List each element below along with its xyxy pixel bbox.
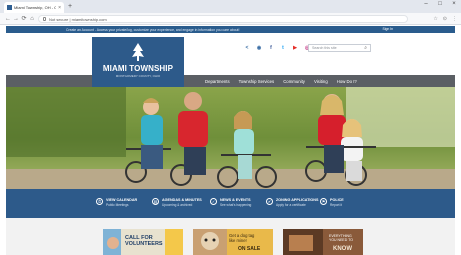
share-icon[interactable]: < [244, 45, 250, 51]
promo-card-volunteers[interactable]: CALL FOR VOLUNTEERS [103, 229, 183, 255]
account-strip-text[interactable]: Create an Account - Access your private/… [66, 28, 239, 32]
account-strip: Create an Account - Access your private/… [6, 26, 455, 33]
rss-icon[interactable]: ◉ [256, 45, 262, 51]
profile-icon[interactable]: ⊙ [443, 15, 447, 23]
quicklink-calendar[interactable]: ⏱ VIEW CALENDAR Public Meetings [96, 198, 137, 207]
leaf-logo-icon [132, 43, 144, 61]
close-window-button[interactable]: × [450, 1, 458, 7]
search-placeholder: Search this site [312, 46, 337, 50]
url-text: Not secure | miamitownship.com [49, 16, 107, 22]
quicklink-title: ZONING APPLICATIONS [276, 198, 319, 202]
main-nav: Departments Township Services Community … [205, 75, 357, 87]
browser-tab[interactable]: Miami Township, OH - Official × [4, 2, 64, 13]
site-logo[interactable]: MIAMI TOWNSHIP MONTGOMERY COUNTY, OHIO [92, 37, 184, 87]
forward-button[interactable]: → [12, 15, 20, 23]
promo-card-text: CALL FOR VOLUNTEERS [125, 235, 163, 247]
clock-icon: ⏱ [96, 198, 103, 205]
tab-title: Miami Township, OH - Official [14, 5, 56, 10]
quicklink-subtitle: See what's happening [220, 203, 252, 207]
nav-how-do-i[interactable]: How Do I? [337, 79, 357, 84]
promo-line: VOLUNTEERS [125, 241, 163, 247]
promo-card-headline: ON SALE [238, 246, 261, 252]
site-search-input[interactable]: Search this site ⌕ [308, 44, 371, 52]
quicklink-subtitle: Public Meetings [106, 203, 129, 207]
quicklink-title: POLICE [330, 198, 344, 202]
bookmark-star-icon[interactable]: ☆ [433, 15, 437, 23]
nav-community[interactable]: Community [283, 79, 305, 84]
promo-card-dog-tag[interactable]: Get a dog tag like mine! ON SALE [193, 229, 273, 255]
home-button[interactable]: ⌂ [28, 15, 36, 23]
nav-township-services[interactable]: Township Services [239, 79, 275, 84]
sign-in-link[interactable]: Sign In [382, 27, 393, 31]
address-bar-row: ← → ⟳ ⌂ Not secure | miamitownship.com ☆… [0, 13, 461, 25]
reload-button[interactable]: ⟳ [20, 15, 28, 23]
facebook-icon[interactable]: f [268, 45, 274, 51]
quicklink-subtitle: Upcoming & archived [162, 203, 193, 207]
quicklink-zoning[interactable]: ✔ ZONING APPLICATIONS Apply for a certif… [266, 198, 318, 207]
promo-line: YOU NEED TO [329, 238, 353, 242]
quicklink-subtitle: Apply for a certificate [276, 203, 306, 207]
nav-departments[interactable]: Departments [205, 79, 230, 84]
quicklink-subtitle: Report it [330, 203, 343, 207]
site-header [6, 33, 455, 75]
tab-close-icon[interactable]: × [58, 5, 61, 11]
promo-card-text: Get a dog tag like mine! [229, 233, 254, 243]
quicklink-title: NEWS & EVENTS [220, 198, 251, 202]
favicon-icon [7, 5, 12, 10]
promo-line: like mine! [229, 238, 247, 243]
quicklink-agendas[interactable]: ▤ AGENDAS & MINUTES Upcoming & archived [152, 198, 202, 207]
check-circle-icon: ✓ [210, 198, 217, 205]
twitter-icon[interactable]: t [280, 45, 286, 51]
quicklink-title: VIEW CALENDAR [106, 198, 138, 202]
promo-card-headline: KNOW [333, 246, 352, 252]
window-controls: – □ × [422, 1, 458, 7]
search-icon[interactable]: ⌕ [364, 45, 367, 51]
flag-icon: ⚑ [320, 198, 327, 205]
promo-card-text: EVERYTHING YOU NEED TO [329, 234, 353, 242]
logo-subtitle: MONTGOMERY COUNTY, OHIO [115, 74, 161, 78]
quicklink-police[interactable]: ⚑ POLICE Report it [320, 198, 344, 207]
nav-visiting[interactable]: Visiting [314, 79, 328, 84]
back-button[interactable]: ← [4, 15, 12, 23]
quicklink-news[interactable]: ✓ NEWS & EVENTS See what's happening [210, 198, 251, 207]
youtube-icon[interactable]: ▶ [292, 45, 298, 51]
minimize-button[interactable]: – [422, 1, 430, 7]
logo-name: MIAMI TOWNSHIP [102, 64, 174, 73]
hero-family-bikes-image [6, 87, 455, 189]
social-links: < ◉ f t ▶ ◎ [244, 45, 310, 51]
new-tab-button[interactable]: + [66, 3, 74, 11]
promo-card-know[interactable]: EVERYTHING YOU NEED TO KNOW [283, 229, 363, 255]
url-field[interactable]: Not secure | miamitownship.com [38, 15, 408, 23]
document-icon: ▤ [152, 198, 159, 205]
quicklink-title: AGENDAS & MINUTES [162, 198, 202, 202]
browser-tab-bar: Miami Township, OH - Official × + – □ × [0, 0, 461, 13]
browser-actions: ☆ ⊙ ⋮ [433, 15, 457, 23]
lock-icon [43, 17, 46, 21]
checkmark-icon: ✔ [266, 198, 273, 205]
menu-icon[interactable]: ⋮ [452, 15, 457, 23]
maximize-button[interactable]: □ [436, 1, 444, 7]
